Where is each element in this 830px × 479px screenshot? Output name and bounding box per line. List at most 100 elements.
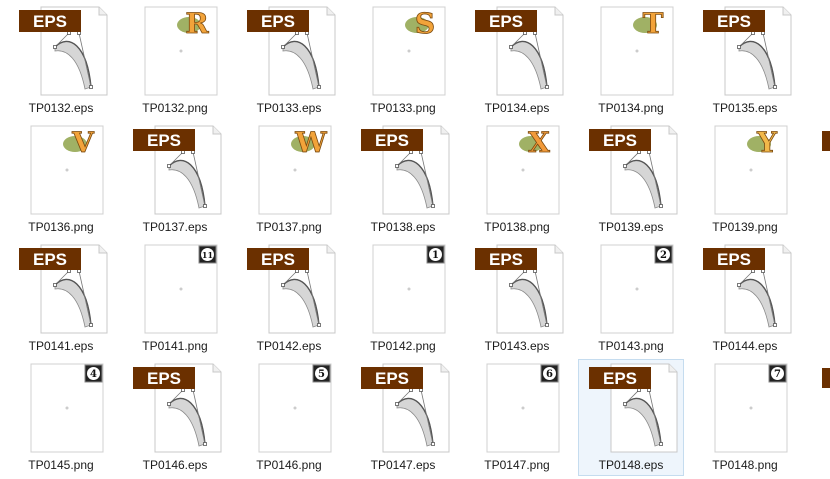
eps-badge-label: EPS bbox=[375, 369, 409, 388]
page-fold bbox=[668, 364, 677, 373]
eps-badge-label: EPS bbox=[375, 131, 409, 150]
png-image-thumbnail: V bbox=[9, 122, 115, 220]
file-name-label: TP0134.png bbox=[598, 101, 664, 115]
anchor-point bbox=[431, 442, 435, 446]
file-item[interactable]: 5 TP0146.png bbox=[236, 359, 342, 476]
file-name-label: TP0138.eps bbox=[370, 220, 436, 234]
file-item[interactable]: EPS TP0139.eps bbox=[578, 121, 684, 238]
placeholder-dot bbox=[179, 287, 183, 291]
file-item[interactable]: EPS TP0144.eps bbox=[692, 240, 798, 357]
eps-badge-label: EPS bbox=[489, 12, 523, 31]
file-item[interactable]: EPS TP0146.eps bbox=[122, 359, 228, 476]
file-item[interactable]: 2 TP0143.png bbox=[578, 240, 684, 357]
letter-glyph: T bbox=[643, 7, 664, 40]
numeral-glyph: 6 bbox=[546, 369, 553, 380]
eps-file-icon: EPS bbox=[579, 122, 685, 220]
png-image-thumbnail: 4 bbox=[9, 360, 115, 458]
file-name-label: TP0143.eps bbox=[484, 339, 550, 353]
eps-badge-label: EPS bbox=[147, 369, 181, 388]
file-item[interactable]: V TP0136.png bbox=[8, 121, 114, 238]
file-item[interactable]: EPS TP0143.eps bbox=[464, 240, 570, 357]
anchor-point bbox=[545, 85, 549, 89]
placeholder-dot bbox=[65, 168, 69, 172]
png-image-thumbnail: 5 bbox=[237, 360, 343, 458]
anchor-point bbox=[53, 45, 57, 49]
file-item[interactable]: EPS TP0135.eps bbox=[692, 2, 798, 119]
anchor-point bbox=[167, 164, 171, 168]
file-item[interactable]: EPS TP0147.eps bbox=[350, 359, 456, 476]
file-item[interactable]: EPS TP0137.eps bbox=[122, 121, 228, 238]
file-item[interactable]: EPS TP0142.eps bbox=[236, 240, 342, 357]
letter-glyph: V bbox=[71, 126, 95, 159]
letter-glyph: R bbox=[185, 7, 209, 40]
placeholder-dot bbox=[521, 406, 525, 410]
eps-file-icon: EPS bbox=[351, 122, 457, 220]
numeral-glyph: 11 bbox=[202, 250, 213, 260]
file-item[interactable]: 7 TP0148.png bbox=[692, 359, 798, 476]
anchor-point bbox=[317, 85, 321, 89]
numeral-glyph: 1 bbox=[432, 250, 439, 261]
file-item[interactable]: 11 TP0141.png bbox=[122, 240, 228, 357]
file-name-label: TP0148.eps bbox=[598, 458, 664, 472]
eps-file-icon: EPS bbox=[9, 3, 115, 101]
anchor-point bbox=[659, 442, 663, 446]
anchor-point bbox=[737, 283, 741, 287]
png-image-thumbnail: 1 bbox=[351, 241, 457, 339]
eps-badge-label: EPS bbox=[489, 250, 523, 269]
file-item[interactable]: EPS TP0133.eps bbox=[236, 2, 342, 119]
eps-file-icon: EPS bbox=[579, 360, 685, 458]
file-item[interactable]: S TP0133.png bbox=[350, 2, 456, 119]
file-name-label: TP0141.eps bbox=[28, 339, 94, 353]
eps-badge-label: EPS bbox=[603, 369, 637, 388]
file-item[interactable]: EPS TP0134.eps bbox=[464, 2, 570, 119]
file-name-label: TP0136.png bbox=[28, 220, 94, 234]
eps-badge-label: EPS bbox=[603, 131, 637, 150]
png-image-thumbnail: 6 bbox=[465, 360, 571, 458]
file-item[interactable]: EPS TP0132.eps bbox=[8, 2, 114, 119]
placeholder-dot bbox=[749, 168, 753, 172]
file-name-label: TP0138.png bbox=[484, 220, 550, 234]
file-name-label: TP0133.eps bbox=[256, 101, 322, 115]
eps-file-icon: EPS bbox=[693, 3, 799, 101]
file-item[interactable]: T TP0134.png bbox=[578, 2, 684, 119]
file-item[interactable]: 6 TP0147.png bbox=[464, 359, 570, 476]
eps-badge-label: EPS bbox=[147, 131, 181, 150]
letter-glyph: S bbox=[415, 7, 435, 40]
numeral-glyph: 5 bbox=[318, 369, 325, 380]
file-name-label: TP0135.eps bbox=[712, 101, 778, 115]
anchor-point bbox=[281, 283, 285, 287]
file-name-label: TP0132.png bbox=[142, 101, 208, 115]
file-item[interactable]: X TP0138.png bbox=[464, 121, 570, 238]
anchor-point bbox=[53, 283, 57, 287]
file-name-label: TP0145.png bbox=[28, 458, 94, 472]
letter-glyph: Y bbox=[756, 126, 778, 159]
file-item[interactable]: 1 TP0142.png bbox=[350, 240, 456, 357]
png-image-thumbnail: T bbox=[579, 3, 685, 101]
file-name-label: TP0146.eps bbox=[142, 458, 208, 472]
file-item[interactable]: EPS TP0138.eps bbox=[350, 121, 456, 238]
file-name-label: TP0148.png bbox=[712, 458, 778, 472]
page-fold bbox=[98, 245, 107, 254]
next-column-eps-badge-edge[interactable] bbox=[822, 368, 830, 388]
anchor-point bbox=[167, 402, 171, 406]
eps-file-icon: EPS bbox=[693, 241, 799, 339]
png-image-thumbnail: W bbox=[237, 122, 343, 220]
file-item[interactable]: EPS TP0141.eps bbox=[8, 240, 114, 357]
file-name-label: TP0143.png bbox=[598, 339, 664, 353]
eps-file-icon: EPS bbox=[237, 3, 343, 101]
png-image-thumbnail: R bbox=[123, 3, 229, 101]
file-item[interactable]: 4 TP0145.png bbox=[8, 359, 114, 476]
file-item[interactable]: EPS TP0148.eps bbox=[578, 359, 684, 476]
next-column-eps-badge-edge[interactable] bbox=[822, 131, 830, 151]
anchor-point bbox=[509, 283, 513, 287]
file-item[interactable]: Y TP0139.png bbox=[692, 121, 798, 238]
file-name-label: TP0139.eps bbox=[598, 220, 664, 234]
file-name-label: TP0134.eps bbox=[484, 101, 550, 115]
eps-file-icon: EPS bbox=[351, 360, 457, 458]
numeral-glyph: 7 bbox=[774, 369, 781, 380]
letter-illustration: W bbox=[291, 126, 328, 159]
eps-file-icon: EPS bbox=[237, 241, 343, 339]
file-item[interactable]: W TP0137.png bbox=[236, 121, 342, 238]
placeholder-dot bbox=[521, 168, 525, 172]
file-item[interactable]: R TP0132.png bbox=[122, 2, 228, 119]
